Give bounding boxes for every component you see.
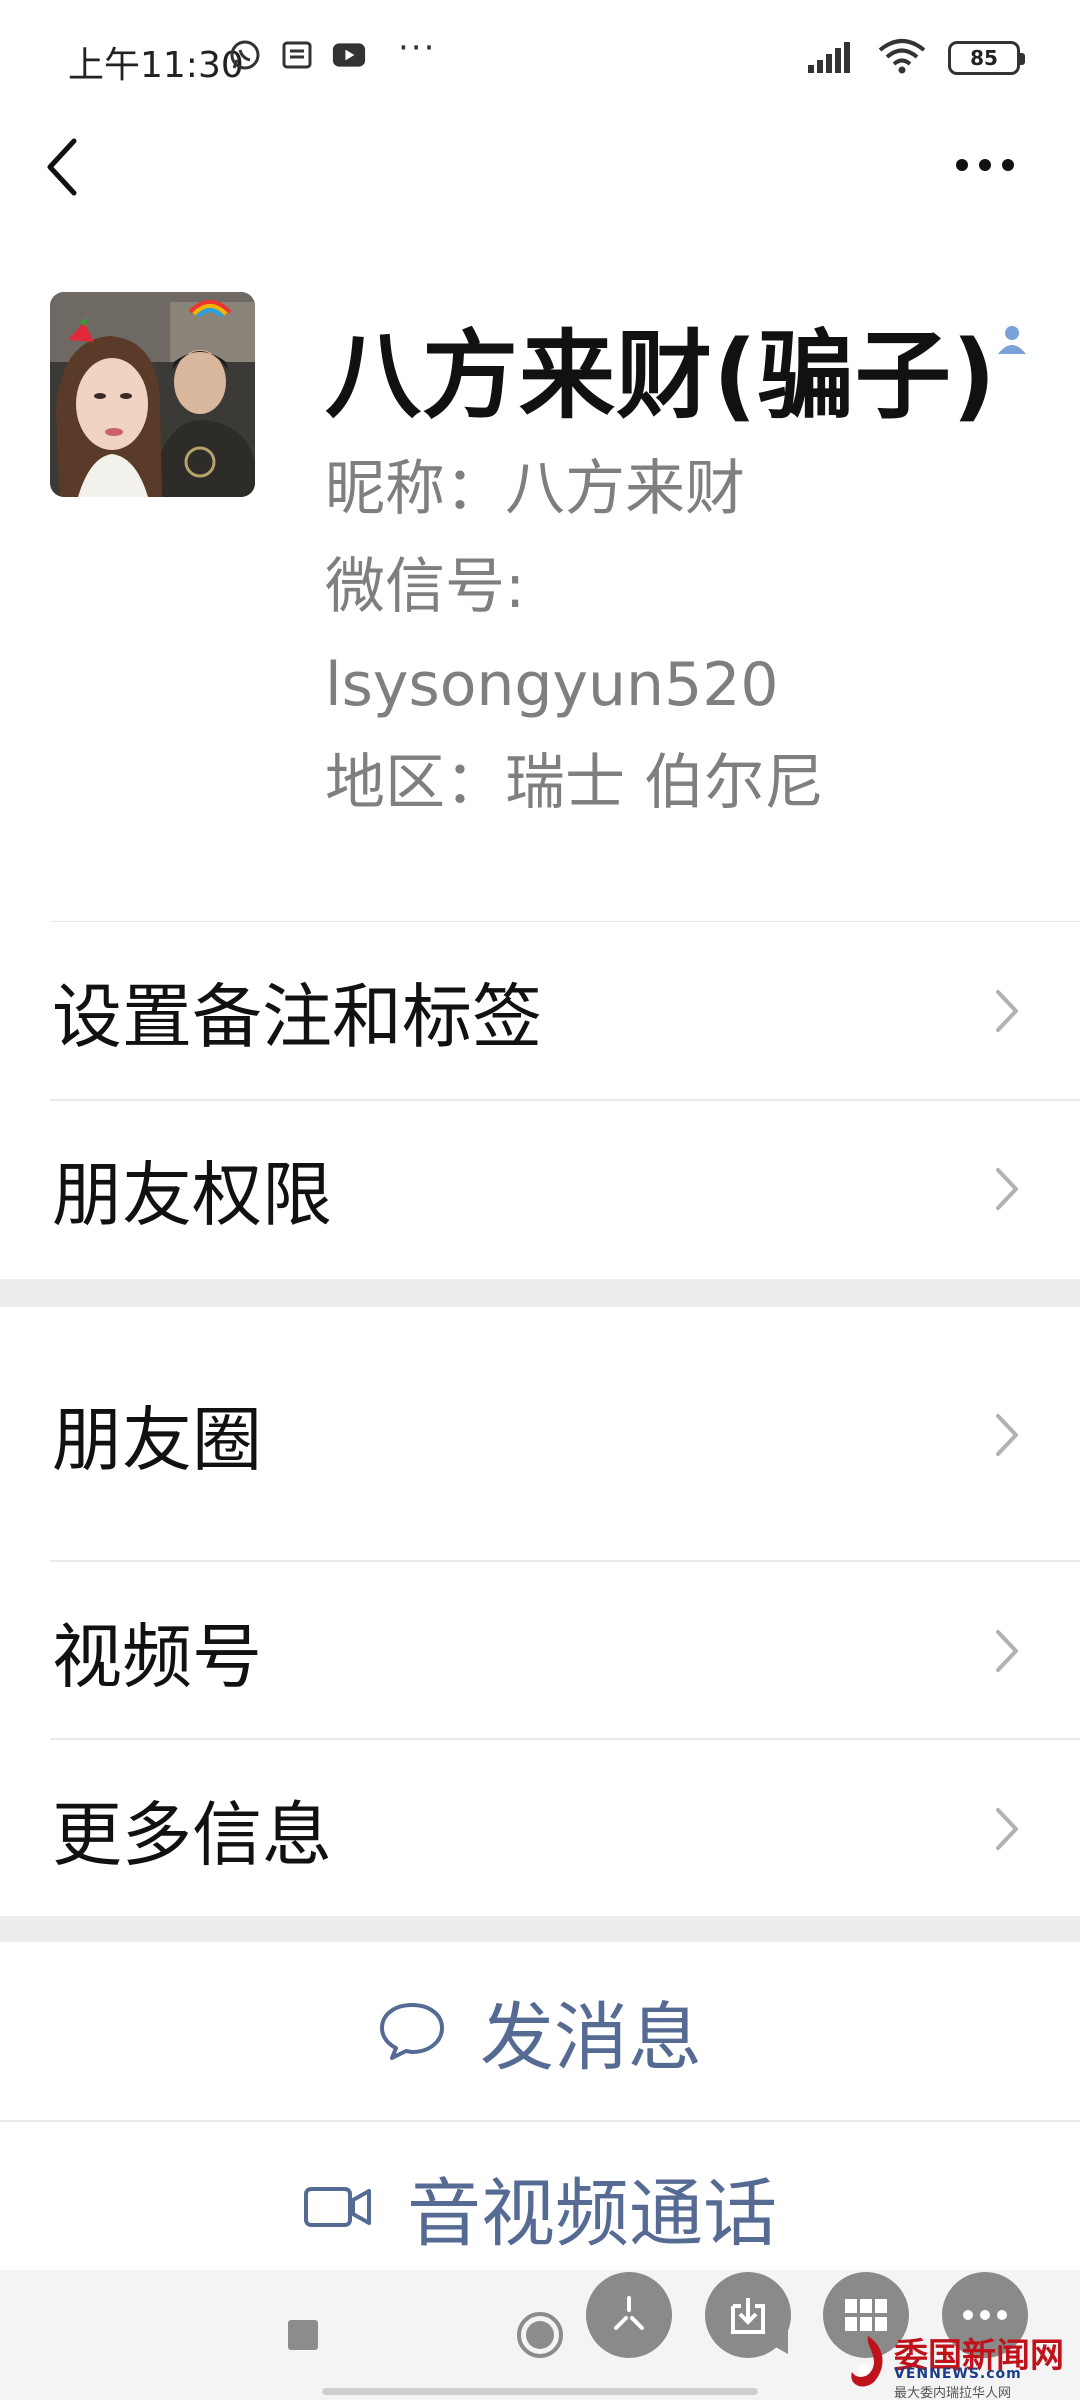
battery-indicator: 85 <box>948 41 1025 75</box>
more-options-button[interactable] <box>950 140 1020 190</box>
home-button[interactable] <box>515 2310 565 2364</box>
chevron-left-icon <box>47 138 77 196</box>
menu-item-channels[interactable]: 视频号 <box>0 1562 1080 1740</box>
chevron-right-icon <box>996 1413 1018 1456</box>
section-gap <box>0 1279 1080 1307</box>
menu-item-label: 设置备注和标签 <box>52 975 542 1058</box>
profile-nickname: 昵称：八方来财 <box>325 454 745 524</box>
status-notification-icons: ··· <box>228 28 436 72</box>
ellipsis-icon <box>963 2310 1007 2320</box>
menu-item-label: 朋友权限 <box>52 1153 332 1236</box>
chevron-right-icon <box>996 1630 1018 1672</box>
chat-bubble-icon <box>380 2003 444 2060</box>
menu-item-remark-tags[interactable]: 设置备注和标签 <box>0 922 1080 1100</box>
menu-item-label: 朋友圈 <box>52 1399 262 1481</box>
back-button[interactable] <box>42 132 102 202</box>
signal-icon <box>806 39 856 77</box>
profile-wechat-id: lsysongyun520 <box>325 650 779 720</box>
floating-assist-button[interactable] <box>586 2272 672 2358</box>
divider <box>50 1099 1080 1101</box>
voice-video-call-label: 音视频通话 <box>407 2170 777 2257</box>
profile-wechat-id-label: 微信号: <box>325 552 526 622</box>
floating-download-button[interactable] <box>705 2272 791 2358</box>
wifi-icon <box>878 38 926 78</box>
divider <box>50 1560 1080 1562</box>
watermark-logo-icon <box>851 2336 883 2387</box>
contact-tag-icon <box>994 322 1030 358</box>
status-time: 上午11:30 <box>68 45 244 86</box>
sparkle-icon <box>614 2296 644 2330</box>
status-bar: 上午11:30 ··· 85 <box>0 0 1080 120</box>
menu-item-label: 视频号 <box>52 1615 262 1698</box>
circle-icon <box>517 2312 563 2358</box>
youtube-icon <box>332 38 366 72</box>
menu-item-label: 更多信息 <box>52 1793 332 1876</box>
divider <box>50 1738 1080 1740</box>
ellipsis-icon <box>956 159 1014 171</box>
menu-item-more-info[interactable]: 更多信息 <box>0 1740 1080 1918</box>
menu-item-moments[interactable]: 朋友圈 <box>0 1307 1080 1562</box>
send-message-label: 发消息 <box>480 1994 702 2081</box>
watermark-site: VENNEWS.com <box>894 2366 1022 2382</box>
menu-item-friend-permissions[interactable]: 朋友权限 <box>0 1100 1080 1278</box>
profile-region: 地区：瑞士 伯尔尼 <box>325 748 825 818</box>
status-more-dots: ··· <box>398 28 437 68</box>
news-icon <box>280 38 314 72</box>
profile-info: 昵称：八方来财 微信号: lsysongyun520 地区：瑞士 伯尔尼 <box>325 440 824 832</box>
whatsapp-icon <box>228 38 262 72</box>
avatar[interactable] <box>50 292 255 497</box>
download-icon <box>731 2298 765 2334</box>
send-message-button[interactable]: 发消息 <box>0 1942 1080 2120</box>
chevron-right-icon <box>996 1168 1018 1210</box>
menu-section-2: 朋友圈 视频号 更多信息 <box>0 1307 1080 1918</box>
square-icon <box>288 2320 318 2350</box>
home-indicator <box>322 2388 758 2395</box>
watermark: 委国新闻网 VENNEWS.com 最大委内瑞拉华人网 <box>844 2328 1074 2400</box>
section-gap <box>0 1916 1080 1942</box>
status-system-icons: 85 <box>806 38 1025 78</box>
chevron-right-icon <box>996 990 1018 1032</box>
voice-video-call-button[interactable]: 音视频通话 <box>0 2122 1080 2292</box>
recents-button[interactable] <box>286 2318 320 2356</box>
video-camera-icon <box>304 2187 371 2227</box>
profile-name: 八方来财(骗子) <box>325 320 997 432</box>
watermark-sub: 最大委内瑞拉华人网 <box>894 2386 1012 2400</box>
chevron-right-icon <box>996 1808 1018 1850</box>
